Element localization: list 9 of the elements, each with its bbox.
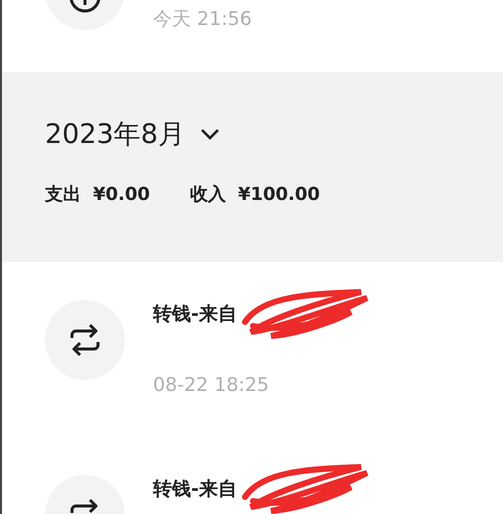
record-time: 今天 21:56 (153, 7, 252, 32)
record-title: 转钱-来自 (153, 302, 237, 327)
record-title: 转钱-来自 (153, 477, 237, 502)
income-label: 收入 (190, 183, 226, 206)
expense-label: 支出 (45, 183, 81, 206)
expense-amount: ¥0.00 (93, 184, 150, 204)
month-label[interactable]: 2023年8月 (45, 116, 185, 152)
income-amount: ¥100.00 (238, 184, 320, 204)
record-time: 08-22 18:25 (153, 374, 270, 396)
